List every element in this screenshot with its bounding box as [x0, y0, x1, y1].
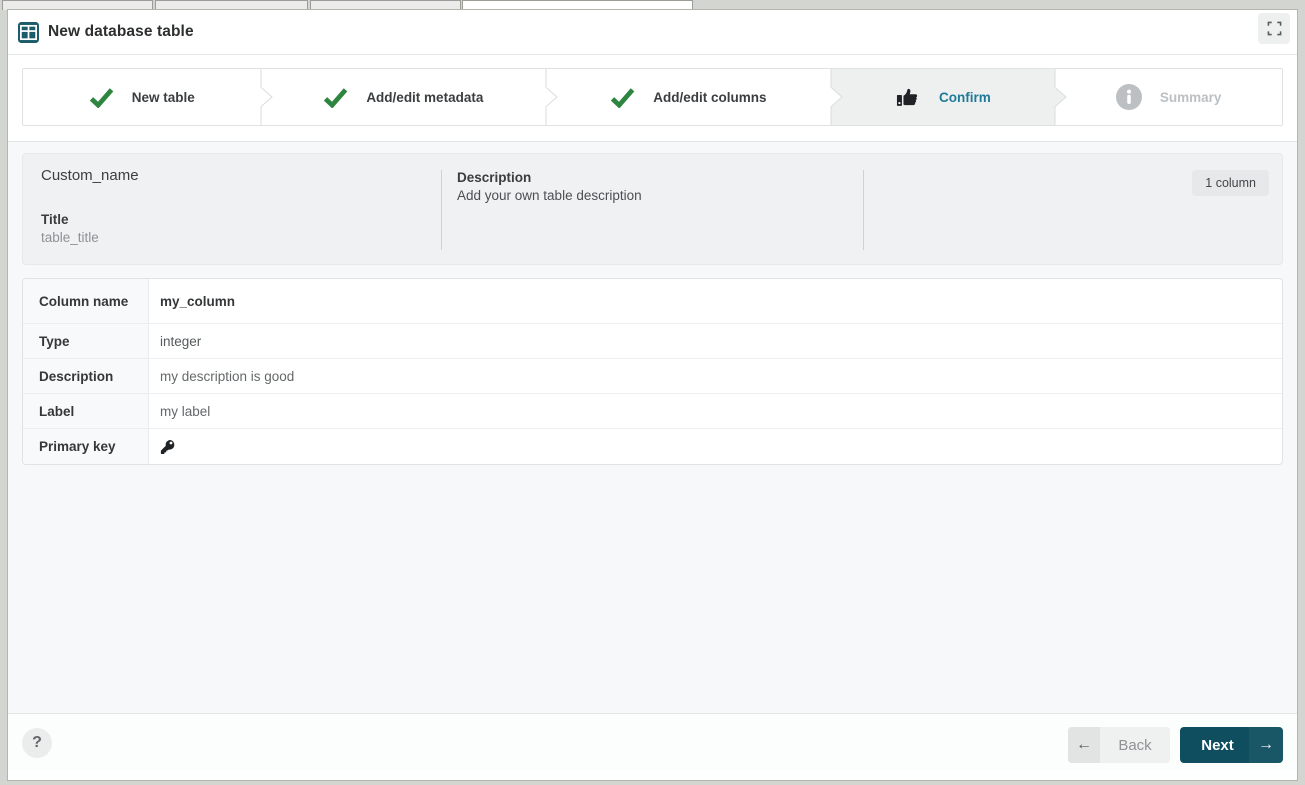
next-button-label: Next	[1180, 727, 1249, 763]
fullscreen-button[interactable]	[1258, 13, 1290, 44]
row-label: Type	[23, 324, 149, 358]
check-icon	[610, 87, 635, 108]
step-summary: Summary	[1055, 69, 1282, 125]
back-button[interactable]: ← Back	[1068, 727, 1170, 763]
table-row-label: Label my label	[23, 394, 1282, 429]
step-separator	[829, 69, 843, 125]
row-value	[149, 429, 1282, 464]
page-body: Custom_name Title table_title Descriptio…	[8, 142, 1297, 713]
row-label: Description	[23, 359, 149, 393]
background-tab-1[interactable]	[2, 0, 153, 10]
arrow-left-icon: ←	[1068, 727, 1100, 763]
step-separator	[545, 69, 558, 125]
table-icon	[18, 21, 39, 43]
background-tab-2[interactable]	[155, 0, 308, 10]
card-divider	[441, 170, 442, 250]
step-label: New table	[131, 89, 195, 105]
row-value: my description is good	[160, 368, 295, 384]
app-header: New database table	[8, 10, 1297, 55]
app-footer: ? ← Back Next →	[8, 713, 1297, 771]
title-value: table_title	[41, 230, 99, 245]
question-mark-icon: ?	[32, 734, 42, 751]
active-tab[interactable]	[462, 0, 693, 10]
table-summary-card: Custom_name Title table_title Descriptio…	[22, 153, 1283, 265]
row-label: Column name	[23, 279, 149, 323]
card-divider	[863, 170, 864, 250]
table-row-type: Type integer	[23, 324, 1282, 359]
page-title: New database table	[48, 23, 194, 40]
step-add-edit-metadata[interactable]: Add/edit metadata	[261, 69, 558, 125]
column-review-table: Column name my_column Type integer Descr…	[22, 278, 1283, 465]
step-confirm[interactable]: Confirm	[830, 69, 1067, 125]
wizard-steps-bar: New table Add/edit metadata Add/edit col…	[22, 68, 1283, 126]
step-label: Summary	[1159, 89, 1222, 105]
check-icon	[89, 87, 114, 108]
row-value: my_column	[160, 293, 236, 309]
back-button-label: Back	[1100, 727, 1170, 763]
step-separator	[1054, 69, 1067, 125]
info-icon	[1115, 84, 1142, 110]
thumbs-up-icon	[895, 84, 921, 110]
app-window: New database table New table Add/edit me…	[8, 10, 1297, 780]
help-button[interactable]: ?	[22, 728, 52, 758]
row-value: my label	[160, 403, 211, 419]
custom-name-value: Custom_name	[41, 167, 139, 184]
key-icon	[160, 439, 176, 455]
table-row-column-name: Column name my_column	[23, 279, 1282, 324]
arrow-right-icon: →	[1249, 727, 1283, 763]
background-tab-3[interactable]	[310, 0, 461, 10]
step-new-table[interactable]: New table	[23, 69, 273, 125]
description-value: Add your own table description	[457, 188, 642, 203]
step-separator	[259, 69, 273, 125]
steps-strip: New table Add/edit metadata Add/edit col…	[8, 55, 1297, 142]
table-row-description: Description my description is good	[23, 359, 1282, 394]
step-add-edit-columns[interactable]: Add/edit columns	[546, 69, 843, 125]
column-count-badge: 1 column	[1192, 170, 1269, 196]
step-label: Add/edit metadata	[366, 89, 484, 105]
row-label: Primary key	[23, 429, 149, 464]
table-row-primary-key: Primary key	[23, 429, 1282, 464]
step-label: Confirm	[939, 89, 991, 105]
fullscreen-icon	[1267, 21, 1282, 36]
row-value: integer	[160, 333, 202, 349]
footer-buttons: ← Back Next →	[1068, 727, 1283, 763]
next-button[interactable]: Next →	[1180, 727, 1283, 763]
description-label: Description	[457, 170, 532, 185]
check-icon	[323, 87, 348, 108]
step-label: Add/edit columns	[653, 89, 767, 105]
title-label: Title	[41, 212, 69, 227]
row-label: Label	[23, 394, 149, 428]
